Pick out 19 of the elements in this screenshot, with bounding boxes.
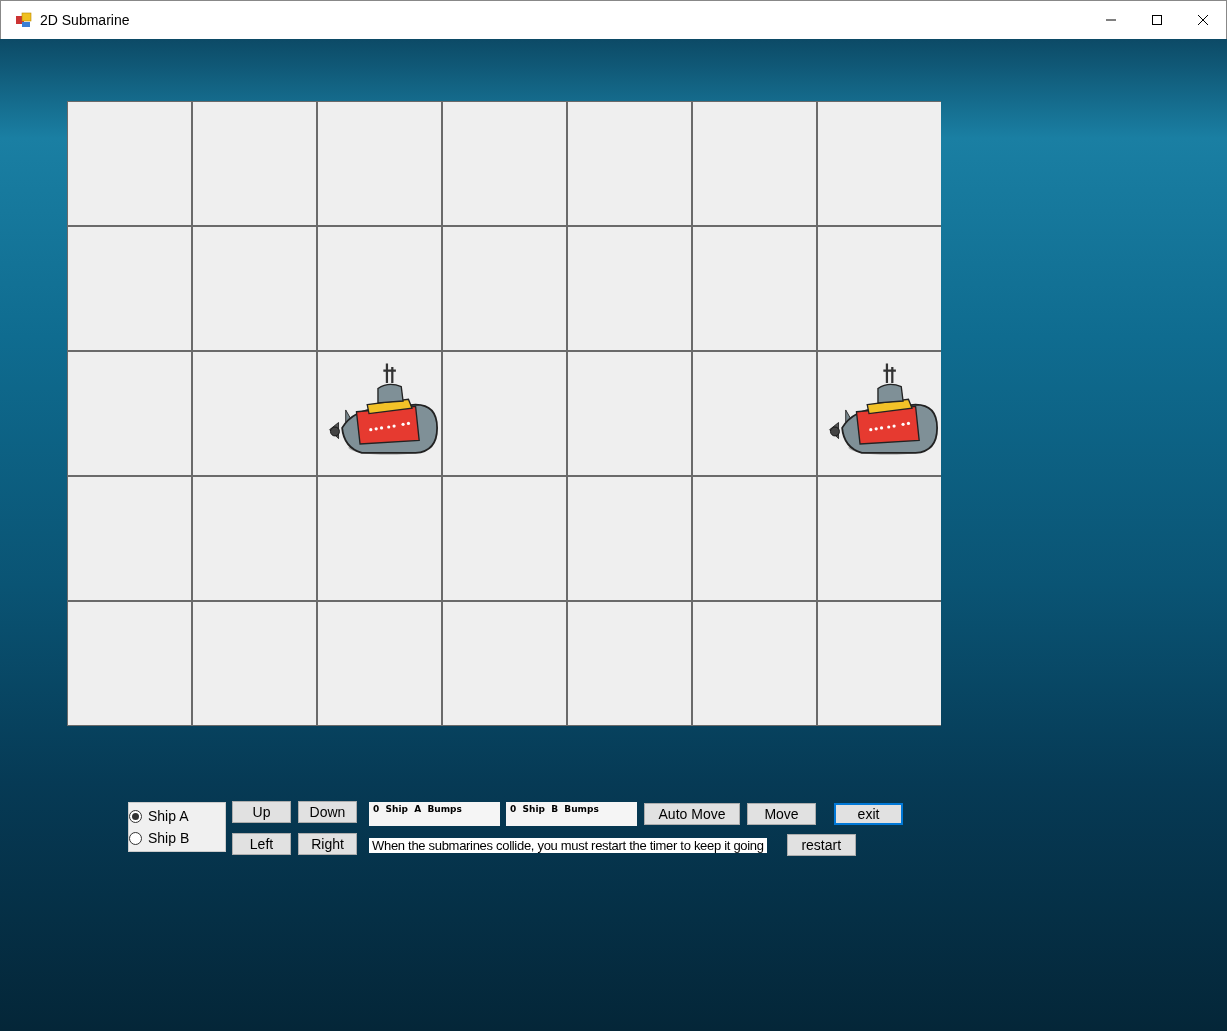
action-button[interactable]: Auto Move: [644, 803, 740, 825]
window-title: 2D Submarine: [40, 12, 130, 28]
ship-radio[interactable]: Ship B: [129, 830, 225, 846]
bump-counter: 0 Ship B Bumps: [506, 802, 637, 826]
radio-indicator[interactable]: [129, 831, 142, 845]
action-button[interactable]: exit: [834, 803, 903, 825]
app-icon: [16, 12, 32, 28]
action-button[interactable]: Move: [747, 803, 816, 825]
direction-button[interactable]: Up: [232, 801, 291, 823]
ship-radio[interactable]: Ship A: [129, 808, 225, 824]
direction-button[interactable]: Left: [232, 833, 291, 855]
direction-button[interactable]: Down: [298, 801, 357, 823]
radio-indicator[interactable]: [129, 809, 142, 823]
bump-counter: 0 Ship A Bumps: [369, 802, 500, 826]
collision-message: When the submarines collide, you must restart the timer to keep it going: [369, 837, 767, 853]
direction-button[interactable]: Right: [298, 833, 357, 855]
restart-button[interactable]: restart: [786, 834, 856, 856]
radio-label: Ship A: [148, 808, 189, 824]
radio-label: Ship B: [148, 830, 190, 846]
